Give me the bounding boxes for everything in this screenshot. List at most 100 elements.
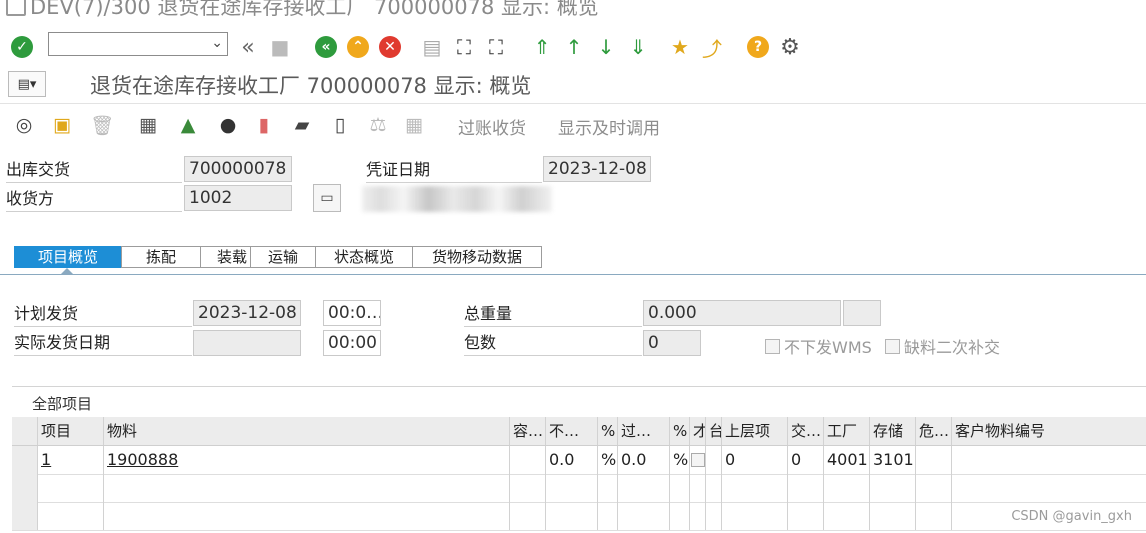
delivery-field[interactable]: 700000078 xyxy=(184,156,292,182)
column-header[interactable]: 上层项 xyxy=(722,417,788,445)
back-icon: « xyxy=(315,36,337,58)
column-header[interactable]: 容… xyxy=(510,417,546,445)
page-icon: ▮ xyxy=(258,114,270,136)
hat-button[interactable]: ● xyxy=(214,112,242,138)
balance-button[interactable]: ⚖ xyxy=(364,112,392,138)
column-header[interactable]: 客户物料编号 xyxy=(952,417,1146,445)
column-header[interactable]: 项目 xyxy=(38,417,104,445)
glasses-icon: ◎ xyxy=(15,114,33,136)
column-header[interactable]: 交… xyxy=(788,417,824,445)
delivery-label: 出库交货 xyxy=(6,158,182,183)
table-row[interactable]: 1 1900888 0.0 % 0.0 % 0 0 4001 3101 xyxy=(12,446,1146,475)
next-page-button[interactable]: ↓ xyxy=(592,28,620,66)
delete-button[interactable]: 🗑 xyxy=(88,112,116,138)
doc-date-field[interactable]: 2023-12-08 xyxy=(543,156,651,182)
column-header[interactable]: 存储 xyxy=(870,417,916,445)
previous-page-button[interactable]: ↑ xyxy=(560,28,588,66)
collapse-toolbar-button[interactable]: « xyxy=(234,28,262,66)
table-row-empty[interactable] xyxy=(12,474,1146,503)
actual-gi-date-field[interactable] xyxy=(193,330,301,356)
shortage-checkbox[interactable]: 缺料二次补交 xyxy=(885,334,1000,358)
display-change-button[interactable]: ◎ xyxy=(10,112,38,138)
grid-button[interactable]: ▦ xyxy=(400,112,428,138)
column-header[interactable]: 不… xyxy=(546,417,598,445)
mountain-icon: ▲ xyxy=(180,114,196,136)
column-header[interactable]: 过… xyxy=(618,417,670,445)
image-button[interactable]: ▲ xyxy=(174,112,202,138)
shortcut-button[interactable]: ⤴ xyxy=(698,28,726,66)
table-cell xyxy=(952,474,1146,502)
tab-goods-movement[interactable]: 货物移动数据 xyxy=(412,246,542,268)
receiver-field[interactable]: 1002 xyxy=(184,185,292,211)
tab-item-overview[interactable]: 项目概览 xyxy=(14,246,122,268)
table-cell xyxy=(706,474,722,502)
table-checkbox-cell[interactable] xyxy=(690,446,706,474)
checkbox-box xyxy=(765,338,780,354)
tab-underline xyxy=(0,274,1146,275)
tab-picking[interactable]: 拣配 xyxy=(121,246,201,268)
trash-icon: 🗑 xyxy=(89,114,115,137)
planned-gi-label: 计划发货 xyxy=(14,302,192,327)
column-header[interactable]: 才 xyxy=(690,417,706,445)
item-number-link[interactable]: 1 xyxy=(38,446,104,474)
row-selector[interactable] xyxy=(12,446,38,474)
column-header[interactable]: 危… xyxy=(916,417,952,445)
command-field[interactable]: ⌄ xyxy=(48,32,228,56)
save-icon: ■ xyxy=(270,35,290,59)
actual-gi-time-field[interactable]: 00:00 xyxy=(323,330,381,356)
doc-date-label: 凭证日期 xyxy=(366,158,542,183)
window-title-bar: DEV(7)/300 退货在途库存接收工厂 700000078 显示: 概览 xyxy=(0,0,1146,20)
exit-button[interactable]: ⌃ xyxy=(344,28,372,66)
red-doc-button[interactable]: ▮ xyxy=(250,112,278,138)
find-next-button[interactable]: ⛶ xyxy=(482,28,510,66)
planned-gi-time-field[interactable]: 00:0… xyxy=(323,300,381,326)
other-delivery-button[interactable]: ▣ xyxy=(48,112,76,138)
copy-button[interactable]: ▦ xyxy=(134,112,162,138)
address-button[interactable]: ▭ xyxy=(313,184,341,212)
column-header[interactable]: 台 xyxy=(706,417,722,445)
column-header[interactable]: 物料 xyxy=(104,417,510,445)
edit-icon xyxy=(6,0,26,16)
row-selector[interactable] xyxy=(12,474,38,502)
planned-gi-date-field[interactable]: 2023-12-08 xyxy=(193,300,301,326)
table-cell xyxy=(788,502,824,530)
table-cell: 0 xyxy=(722,446,788,474)
save-button[interactable]: ■ xyxy=(266,28,294,66)
menu-button[interactable]: ▤▾ xyxy=(8,71,46,97)
table-cell xyxy=(916,474,952,502)
table-cell xyxy=(690,474,706,502)
column-header[interactable]: % xyxy=(598,417,618,445)
material-link[interactable]: 1900888 xyxy=(104,446,510,474)
settings-button[interactable]: ⚙ xyxy=(776,28,804,66)
weight-unit-field[interactable] xyxy=(843,300,881,326)
post-gr-button[interactable]: 过账收货 xyxy=(458,114,526,139)
display-call-button[interactable]: 显示及时调用 xyxy=(558,114,660,139)
create-session-button[interactable]: ★ xyxy=(666,28,694,66)
document-icon: ▣ xyxy=(53,114,71,136)
total-weight-field[interactable]: 0.000 xyxy=(643,300,841,326)
table-cell xyxy=(546,474,598,502)
tab-pointer xyxy=(60,268,74,275)
last-page-button[interactable]: ⇓ xyxy=(624,28,652,66)
table-row-empty[interactable] xyxy=(12,502,1146,531)
pack-button[interactable]: ▰ xyxy=(288,112,316,138)
packages-field[interactable]: 0 xyxy=(643,330,701,356)
text-button[interactable]: ▯ xyxy=(326,112,354,138)
column-header[interactable]: % xyxy=(670,417,690,445)
cancel-icon: ✕ xyxy=(379,36,401,58)
tab-status-overview[interactable]: 状态概览 xyxy=(315,246,413,268)
print-button[interactable]: ▤ xyxy=(418,28,446,66)
cancel-button[interactable]: ✕ xyxy=(376,28,404,66)
help-button[interactable]: ? xyxy=(744,28,772,66)
back-button[interactable]: « xyxy=(312,28,340,66)
enter-button[interactable]: ✓ xyxy=(8,28,36,66)
first-page-button[interactable]: ⇑ xyxy=(528,28,556,66)
checkbox-box[interactable] xyxy=(691,453,705,467)
find-button[interactable]: ⛶ xyxy=(450,28,478,66)
tab-transport[interactable]: 运输 xyxy=(250,246,316,268)
row-selector[interactable] xyxy=(12,502,38,530)
scroll-icon: ▯ xyxy=(334,114,346,136)
select-all-cell[interactable] xyxy=(12,417,38,445)
no-wms-checkbox[interactable]: 不下发WMS xyxy=(765,334,872,358)
column-header[interactable]: 工厂 xyxy=(824,417,870,445)
